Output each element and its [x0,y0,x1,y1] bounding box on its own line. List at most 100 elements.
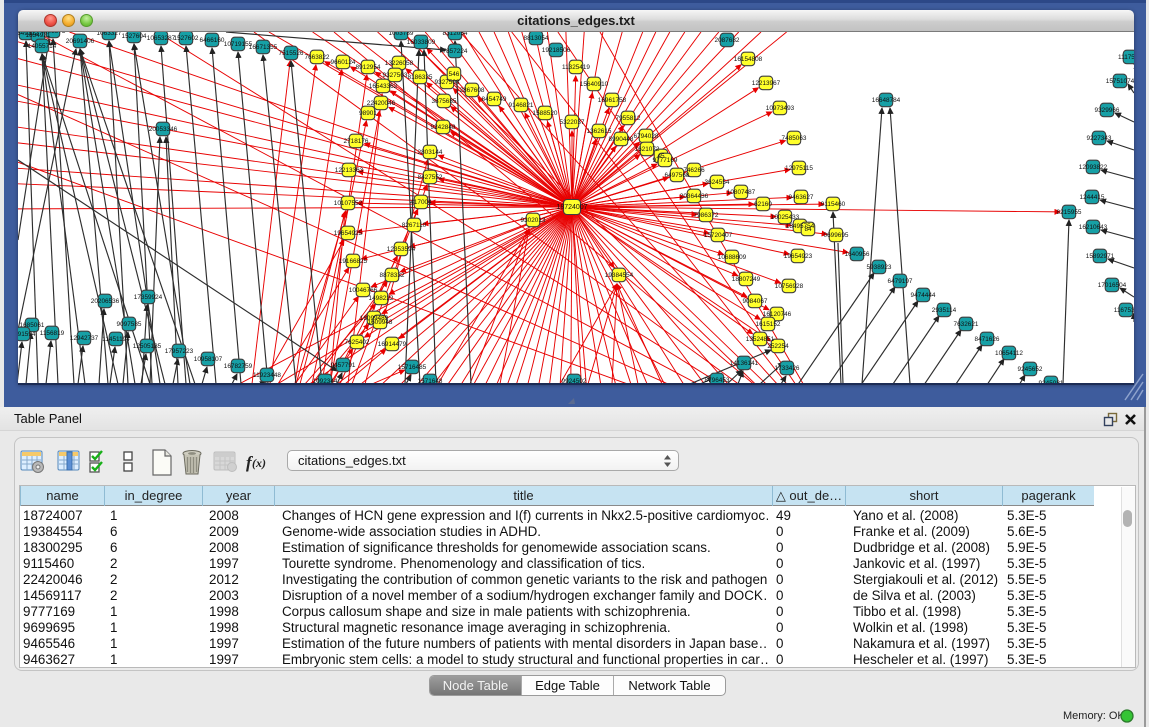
svg-text:10046766: 10046766 [349,287,378,294]
svg-text:(x): (x) [252,456,266,470]
svg-text:8471626: 8471626 [975,336,1000,343]
svg-text:16033809: 16033809 [407,39,436,46]
svg-text:14055714: 14055714 [28,43,57,50]
svg-text:19384554: 19384554 [605,272,634,279]
svg-text:9302013: 9302013 [521,217,546,224]
svg-text:2867608: 2867608 [460,87,485,94]
svg-text:12093822: 12093822 [1079,164,1108,171]
svg-text:12213363: 12213363 [335,167,364,174]
svg-text:10958107: 10958107 [194,356,223,363]
svg-text:3624554: 3624554 [705,179,730,186]
svg-text:15640910: 15640910 [580,81,609,88]
svg-text:10653287: 10653287 [147,35,176,42]
svg-text:1156819: 1156819 [40,330,65,337]
svg-text:19654925: 19654925 [334,230,363,237]
svg-text:19166825: 19166825 [339,258,368,265]
svg-text:98901: 98901 [359,110,377,117]
svg-text:8990448: 8990448 [609,136,634,143]
svg-text:1167534: 1167534 [1114,307,1134,314]
svg-text:3875685: 3875685 [432,98,457,105]
svg-text:19218506: 19218506 [542,47,571,54]
svg-text:1117534: 1117534 [1118,54,1134,61]
svg-text:0699695: 0699695 [824,232,849,239]
svg-text:11923448: 11923448 [253,372,281,379]
svg-text:12942737: 12942737 [70,335,99,342]
svg-text:20206536: 20206536 [91,298,120,305]
svg-text:14136141: 14136141 [730,360,759,367]
svg-text:20364436: 20364436 [680,193,709,200]
svg-text:9242848: 9242848 [431,124,456,131]
svg-text:1003789: 1003789 [389,32,414,37]
svg-text:16648784: 16648784 [872,97,901,104]
svg-text:8312054: 8312054 [443,32,468,37]
svg-text:5322037: 5322037 [560,119,585,126]
svg-text:20691406: 20691406 [66,38,95,45]
svg-text:6497568: 6497568 [665,172,690,179]
svg-text:9115460: 9115460 [821,201,846,208]
svg-text:19654923: 19654923 [784,253,813,260]
svg-text:16961758: 16961758 [598,97,627,104]
svg-text:5938923: 5938923 [867,264,892,271]
svg-text:252254: 252254 [767,343,789,350]
svg-text:10107552: 10107552 [334,200,363,207]
svg-text:7955812: 7955812 [616,115,641,122]
svg-text:11325419: 11325419 [562,64,590,71]
svg-text:17359924: 17359924 [134,294,163,301]
svg-text:9463627: 9463627 [789,194,814,201]
svg-text:12505135: 12505135 [133,343,162,350]
svg-text:7986372: 7986372 [694,212,719,219]
svg-text:7515526: 7515526 [279,50,304,57]
svg-text:16914479: 16914479 [378,341,407,348]
svg-text:2087682: 2087682 [715,37,740,44]
svg-text:10025433: 10025433 [771,214,800,221]
svg-text:15751074: 15751074 [1106,78,1134,85]
svg-text:9777169: 9777169 [653,157,678,164]
svg-text:1527602: 1527602 [174,35,199,42]
svg-text:1498222: 1498222 [369,295,394,302]
svg-text:8813054: 8813054 [524,35,549,42]
svg-text:1063327: 1063327 [97,32,122,37]
svg-text:16671355: 16671355 [249,44,278,51]
svg-text:16210643: 16210643 [1079,224,1108,231]
svg-text:9097585: 9097585 [117,321,142,328]
svg-text:6466160: 6466160 [200,37,225,44]
svg-text:8454749: 8454749 [482,96,507,103]
svg-text:9327508: 9327508 [435,79,460,86]
svg-text:1621072: 1621072 [635,146,660,153]
svg-text:2718176: 2718176 [344,138,369,145]
svg-text:11451194: 11451194 [102,336,130,343]
svg-text:1527604: 1527604 [122,33,147,40]
svg-text:9327503: 9327503 [383,72,408,79]
svg-text:9227343: 9227343 [1087,135,1112,142]
svg-text:8427552: 8427552 [418,174,443,181]
svg-text:7632621: 7632621 [954,321,979,328]
svg-text:6794028: 6794028 [634,133,659,140]
svg-text:1685061: 1685061 [20,322,45,329]
svg-text:9329966: 9329966 [1095,107,1120,114]
svg-text:9474444: 9474444 [911,292,936,299]
svg-text:10756928: 10756928 [775,283,804,290]
svg-text:8267110: 8267110 [402,222,427,229]
svg-text:1609948: 1609948 [368,319,393,326]
svg-text:22420046: 22420046 [367,100,396,107]
svg-text:8186325: 8186325 [408,74,433,81]
svg-text:417004: 417004 [410,199,432,206]
svg-text:8215955: 8215955 [1057,209,1082,216]
svg-text:9457791: 9457791 [331,362,356,369]
svg-text:16782759: 16782759 [224,363,253,370]
svg-text:15716485: 15716485 [398,364,427,371]
svg-text:15720407: 15720407 [704,232,733,239]
svg-text:8878332: 8878332 [380,272,405,279]
svg-text:18807249: 18807249 [732,276,761,283]
svg-text:16543362: 16543362 [369,83,398,90]
svg-text:1588520: 1588520 [533,110,558,117]
svg-text:9391594: 9391594 [18,331,36,338]
svg-text:8912954: 8912954 [356,64,381,71]
svg-text:12213967: 12213967 [752,80,781,87]
svg-text:1615152: 1615152 [756,321,781,328]
svg-text:1733426: 1733426 [775,365,800,372]
svg-text:9146821: 9146821 [509,102,534,109]
svg-text:12353594: 12353594 [387,246,416,253]
svg-text:7663822: 7663822 [305,54,330,61]
svg-text:7485063: 7485063 [782,135,807,142]
